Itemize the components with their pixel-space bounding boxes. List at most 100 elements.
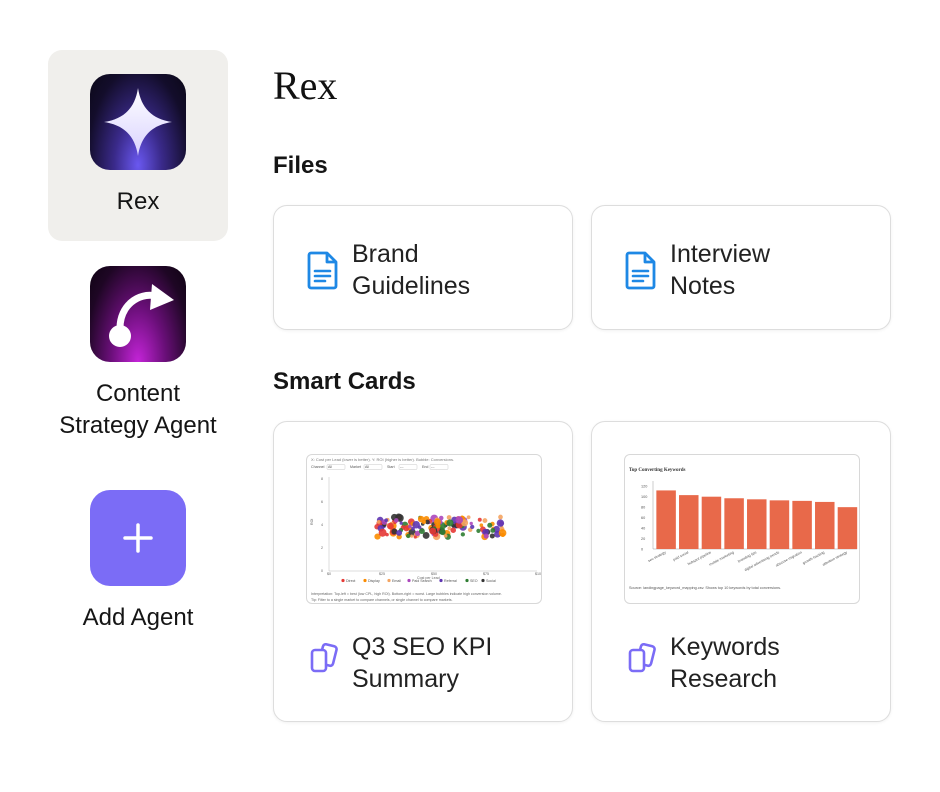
x-tick-label: $0: [327, 572, 331, 576]
scatter-point: [387, 522, 394, 530]
x-tick-label: $75: [483, 572, 489, 576]
scatter-point: [396, 529, 403, 536]
bar-y-tick: 120: [641, 485, 647, 489]
legend-label: Referral: [444, 579, 457, 583]
thumb-bar-source: Source: landingpage_keyword_mapping.csv.…: [629, 586, 781, 590]
legend-label: SEO: [470, 579, 478, 583]
scatter-point: [489, 533, 495, 539]
scatter-point: [500, 532, 506, 538]
scatter-point: [439, 529, 446, 536]
smart-card-label: Q3 SEO KPI Summary: [352, 633, 493, 693]
bar: [747, 499, 767, 549]
bar-x-label: mobile marketing: [709, 550, 735, 566]
bar-x-label: seo strategy: [647, 550, 666, 563]
thumb-footer-1: Interpretation: Top-left = best (low CPL…: [311, 592, 502, 596]
scatter-point: [482, 518, 488, 523]
scatter-point: [469, 521, 473, 526]
y-tick-label: 4: [321, 523, 323, 527]
legend-swatch: [387, 578, 391, 583]
bar-y-tick: 60: [641, 516, 645, 520]
sidebar-agent-rex[interactable]: Rex: [48, 50, 228, 241]
scatter-point: [455, 516, 464, 524]
curved-arrow-icon: [90, 266, 186, 362]
bar-y-tick: 0: [641, 547, 643, 551]
scatter-point: [483, 533, 489, 539]
bar: [679, 495, 699, 549]
thumb-footer-2: Tip: Filter to a single market to compar…: [311, 598, 452, 602]
agent-label: Rex: [116, 188, 160, 215]
cards-icon: [628, 643, 656, 673]
bar: [837, 507, 858, 549]
y-tick-label: 8: [321, 477, 323, 481]
document-icon: [307, 251, 338, 290]
bar: [815, 501, 835, 549]
scatter-point: [394, 518, 399, 523]
thumb-header-note: X: Cost per Lead (lower is better). Y: R…: [311, 457, 454, 462]
smart-card-label: Keywords Research: [670, 633, 780, 693]
bar: [792, 500, 812, 549]
bar-x-label: attention strategy: [822, 550, 848, 567]
cards-icon: [310, 643, 338, 673]
bar-y-tick: 80: [641, 505, 645, 509]
legend-label: Email: [392, 579, 401, 583]
bar-x-label: paid social: [672, 550, 689, 562]
bar: [769, 500, 790, 549]
scatter-point: [496, 519, 505, 527]
x-tick-label: $25: [379, 572, 385, 576]
filter-label: End: [422, 465, 428, 469]
plus-icon: [90, 490, 186, 586]
scatter-point: [408, 524, 412, 529]
scatter-point: [470, 524, 475, 529]
scatter-point: [429, 527, 437, 535]
legend-swatch: [407, 578, 411, 583]
scatter-point: [498, 514, 503, 520]
scatter-point: [450, 527, 457, 533]
file-card-brand-guidelines[interactable]: Brand Guidelines: [273, 205, 573, 330]
sparkle-icon: [90, 74, 186, 170]
x-tick-label: $100: [535, 572, 542, 576]
scatter-point: [460, 532, 465, 537]
filter-value: All: [328, 465, 332, 469]
scatter-point: [446, 519, 454, 527]
legend-label: Social: [486, 579, 496, 583]
scatter-point: [410, 534, 414, 538]
thumb-y-label: ROI: [310, 519, 314, 525]
scatter-point: [446, 515, 452, 520]
scatter-point: [490, 527, 496, 533]
bar-y-tick: 40: [641, 526, 645, 530]
scatter-point: [417, 515, 425, 523]
scatter-point: [413, 535, 417, 539]
scatter-thumbnail: X: Cost per Lead (lower is better). Y: R…: [306, 454, 542, 604]
files-heading: Files: [273, 152, 328, 179]
filter-value: All: [365, 465, 369, 469]
thumb-bar-title: Top Converting Keywords: [629, 468, 686, 473]
sidebar-agent-content-strategy[interactable]: Content Strategy Agent: [48, 242, 228, 452]
file-label: Interview Notes: [670, 240, 771, 300]
bar-series: [656, 490, 858, 549]
file-card-interview-notes[interactable]: Interview Notes: [591, 205, 891, 330]
scatter-point: [378, 528, 387, 537]
bar-thumbnail: Top Converting Keywords 0 20 40 60 80 100 120 …: [624, 454, 860, 604]
scatter-point: [417, 525, 422, 529]
y-tick-label: 2: [321, 546, 323, 550]
smart-card-keywords-research[interactable]: Top Converting Keywords 0 20 40 60 80 100 120 …: [591, 421, 891, 722]
x-tick-label: $50: [431, 572, 437, 576]
add-agent-button[interactable]: Add Agent: [48, 466, 228, 636]
file-label: Brand Guidelines: [352, 240, 471, 300]
bar-y-tick: 20: [641, 537, 645, 541]
filter-label: Channel: [311, 465, 325, 469]
smart-cards-heading: Smart Cards: [273, 368, 416, 395]
legend-swatch: [439, 578, 443, 583]
legend-swatch: [465, 578, 469, 583]
legend-label: Paid Search: [412, 579, 432, 583]
legend-label: Direct: [346, 579, 355, 583]
bar-x-label: branding tips: [737, 550, 757, 563]
legend-label: Display: [368, 579, 380, 583]
page-title: Rex: [273, 63, 338, 108]
scatter-point: [476, 528, 481, 533]
scatter-point: [477, 517, 482, 522]
bar: [701, 496, 722, 549]
smart-card-q3-seo-kpi[interactable]: X: Cost per Lead (lower is better). Y: R…: [273, 421, 573, 722]
scatter-point: [376, 520, 381, 524]
scatter-point: [399, 521, 403, 525]
